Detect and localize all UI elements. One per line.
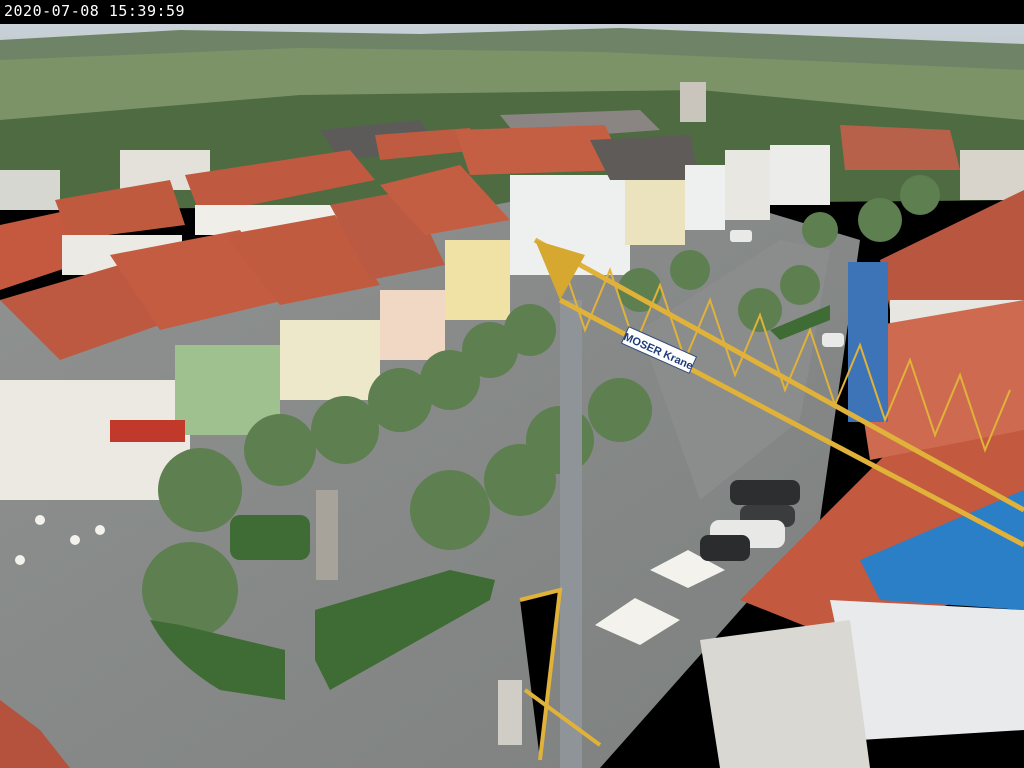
monument-column: [316, 490, 338, 580]
crane-counterweight: [498, 680, 522, 745]
timestamp-bar: 2020-07-08 15:39:59: [0, 0, 1024, 24]
demolished-walls: [700, 620, 870, 768]
webcam-frame: MOSER Krane 2020-07-08 15:39:59: [0, 0, 1024, 768]
crane-mast: [560, 300, 582, 768]
town-square-webcam-image: MOSER Krane: [0, 24, 1024, 768]
scaffolding-netting: [848, 262, 888, 422]
timestamp-label: 2020-07-08 15:39:59: [4, 2, 186, 20]
